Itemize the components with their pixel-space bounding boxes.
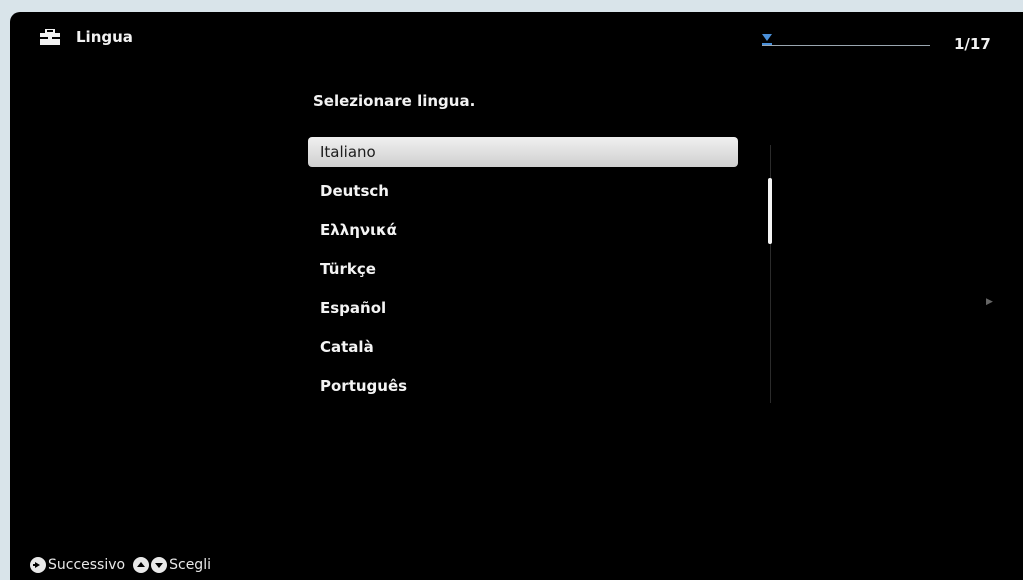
footer-hints: Successivo Scegli — [30, 554, 219, 576]
page-progress-marker-icon — [762, 34, 772, 45]
language-option[interactable]: Deutsch — [308, 176, 738, 206]
next-hint-label: Successivo — [48, 557, 126, 573]
dpad-up-icon — [133, 557, 150, 573]
tv-screen: Lingua 1/17 Selezionare lingua. Italiano… — [10, 12, 1023, 580]
language-option[interactable]: Ελληνικά — [308, 215, 738, 245]
page-counter: 1/17 — [954, 35, 991, 53]
language-option[interactable]: Português — [308, 371, 738, 401]
header-bar: Lingua 1/17 — [10, 12, 1023, 72]
language-option[interactable]: Türkçe — [308, 254, 738, 284]
language-option[interactable]: Italiano — [308, 137, 738, 167]
language-prompt: Selezionare lingua. — [313, 92, 476, 110]
page-progress-track — [762, 45, 930, 46]
right-arrow-icon: ▶ — [986, 297, 993, 307]
language-option[interactable]: Català — [308, 332, 738, 362]
scrollbar-thumb[interactable] — [768, 178, 772, 244]
language-option[interactable]: Español — [308, 293, 738, 323]
language-list: Italiano Deutsch Ελληνικά Türkçe Español Cata… — [308, 137, 738, 410]
page-title: Lingua — [76, 28, 133, 46]
dpad-down-icon — [151, 557, 168, 573]
select-hint-label: Scegli — [169, 557, 211, 573]
toolbox-icon — [40, 29, 60, 45]
dpad-right-icon — [30, 557, 46, 573]
